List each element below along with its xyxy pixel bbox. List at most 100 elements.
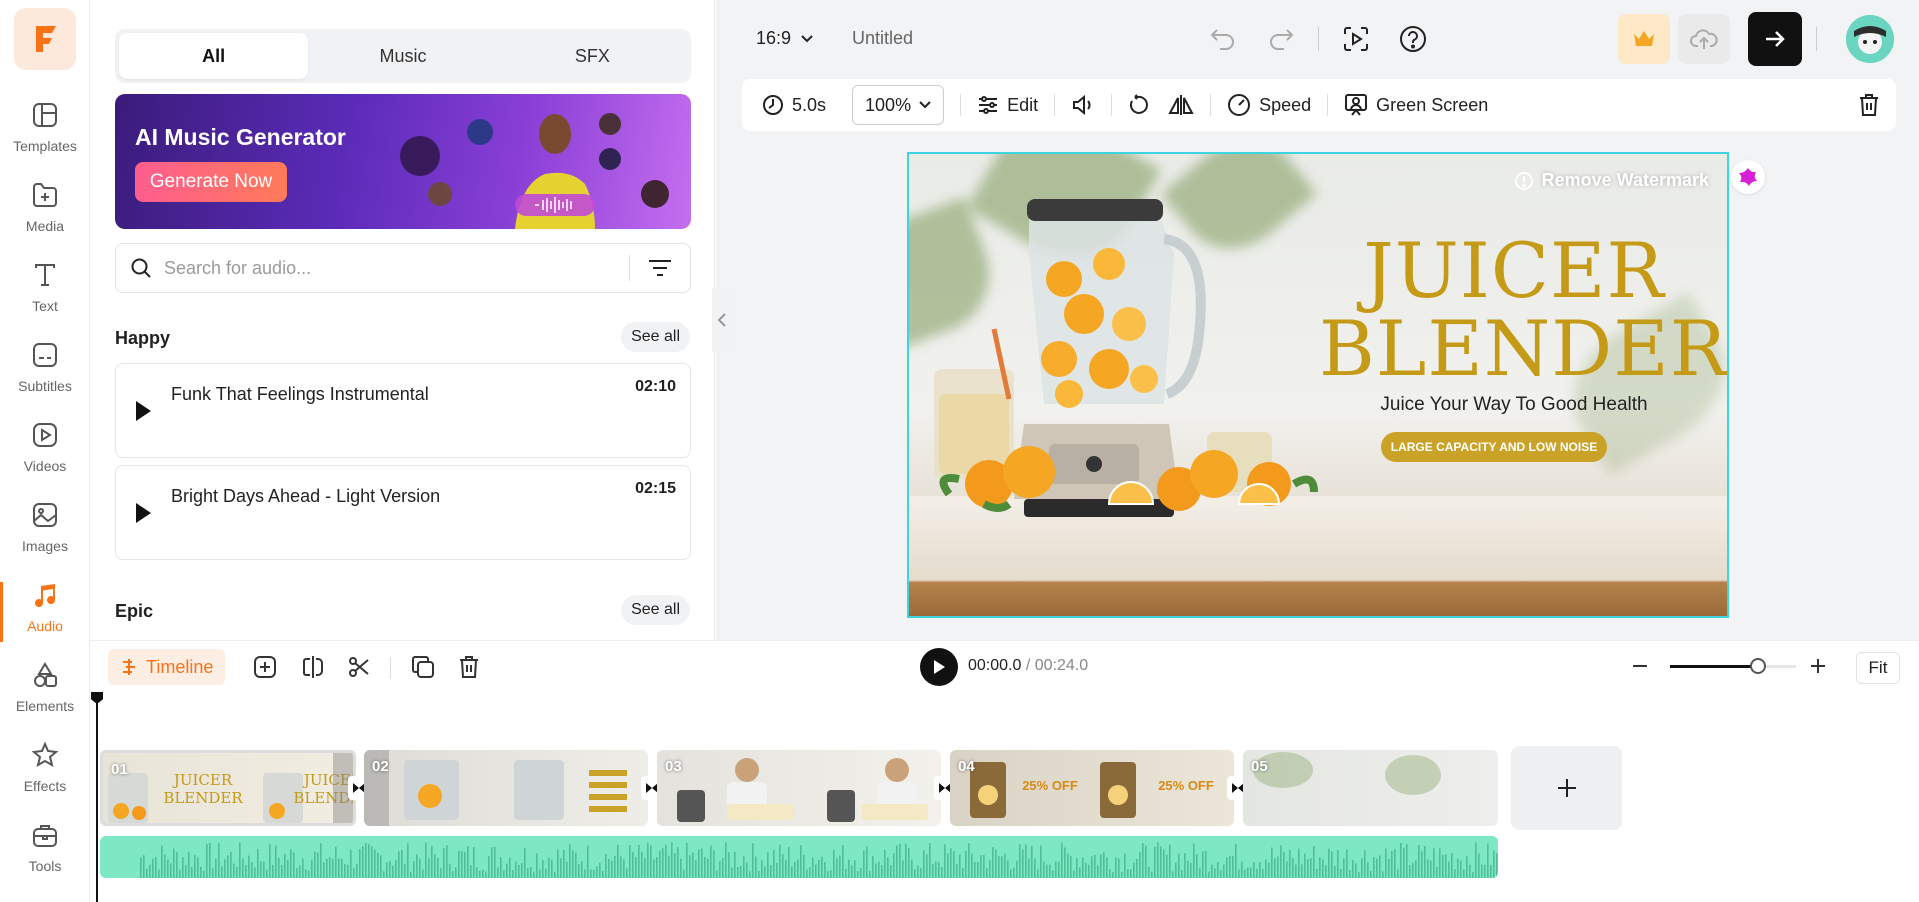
zoom-in-icon[interactable] <box>1808 656 1828 676</box>
add-scene-button[interactable] <box>1511 746 1622 830</box>
zoom-select[interactable]: 100% <box>852 85 945 125</box>
project-title[interactable]: Untitled <box>852 28 913 49</box>
speed-label: Speed <box>1259 94 1312 115</box>
rail-label: Audio <box>27 618 63 634</box>
videos-icon <box>30 420 60 450</box>
timeline-clip[interactable]: 03 <box>657 750 941 826</box>
fit-button[interactable]: Fit <box>1856 652 1900 684</box>
tab-sfx[interactable]: SFX <box>498 33 687 79</box>
logo-icon <box>36 26 56 52</box>
zoom-slider-knob[interactable] <box>1750 658 1767 674</box>
info-icon <box>1514 171 1533 190</box>
flip-button[interactable] <box>1168 94 1194 116</box>
rail-label: Subtitles <box>18 378 72 394</box>
rail-media[interactable]: Media <box>0 180 90 252</box>
delete-button[interactable] <box>1858 93 1880 117</box>
audio-track-item[interactable]: Bright Days Ahead - Light Version 02:15 <box>115 465 691 560</box>
avatar[interactable] <box>1846 15 1894 63</box>
undo-icon[interactable] <box>1206 22 1240 56</box>
track-duration: 02:15 <box>635 480 676 497</box>
rail-text[interactable]: Text <box>0 260 90 332</box>
volume-button[interactable] <box>1071 94 1095 116</box>
clip-number: 01 <box>111 761 128 778</box>
rail-effects[interactable]: Effects <box>0 740 90 812</box>
preview-icon[interactable] <box>1339 22 1373 56</box>
audio-waveform-track[interactable] <box>100 836 1498 878</box>
audio-track-item[interactable]: Funk That Feelings Instrumental 02:10 <box>115 363 691 458</box>
sparkle-blob-icon <box>1739 168 1757 186</box>
aspect-ratio-select[interactable]: 16:9 <box>756 28 813 49</box>
trash-icon[interactable] <box>454 652 484 682</box>
zoom-out-icon[interactable] <box>1630 656 1650 676</box>
rotate-button[interactable] <box>1128 94 1150 116</box>
headline[interactable]: JUICER BLENDER <box>1319 226 1727 388</box>
timeline-clip[interactable]: JUICER BLENDER JUICER BLENDER 01 <box>100 750 356 826</box>
redo-icon[interactable] <box>1264 22 1298 56</box>
ai-music-banner[interactable]: AI Music Generator Generate Now <box>115 94 691 229</box>
audio-panel: All Music SFX AI Music Generator Generat… <box>90 0 715 640</box>
rail-label: Effects <box>23 778 67 794</box>
scissors-icon[interactable] <box>344 652 374 682</box>
rail-images[interactable]: Images <box>0 500 90 572</box>
feature-pill[interactable]: LARGE CAPACITY AND LOW NOISE <box>1381 432 1607 462</box>
blender-illustration <box>934 199 1318 517</box>
tab-music[interactable]: Music <box>308 33 497 79</box>
rail-tools[interactable]: Tools <box>0 820 90 892</box>
help-icon[interactable] <box>1396 22 1430 56</box>
timeline-clip[interactable]: 02 <box>364 750 648 826</box>
green-screen-icon <box>1345 94 1368 116</box>
filter-icon[interactable] <box>648 259 672 277</box>
ai-assistant-button[interactable] <box>1731 160 1765 194</box>
play-icon[interactable] <box>134 400 152 422</box>
rail-label: Templates <box>13 138 77 154</box>
rail-templates[interactable]: Templates <box>0 100 90 172</box>
chevron-down-icon <box>919 101 931 109</box>
rail-videos[interactable]: Videos <box>0 420 90 492</box>
edit-button[interactable]: Edit <box>977 94 1038 116</box>
play-button[interactable] <box>920 648 958 686</box>
timeline-clip[interactable]: 05 <box>1243 750 1498 826</box>
text-icon <box>30 260 60 290</box>
edit-label: Edit <box>1007 94 1039 115</box>
flip-icon <box>1168 95 1194 115</box>
headline-line: JUICER <box>1363 226 1665 315</box>
rail-audio[interactable]: Audio <box>0 580 90 652</box>
clip-number: 02 <box>372 758 389 775</box>
see-all-button[interactable]: See all <box>621 595 690 625</box>
export-button[interactable] <box>1748 12 1802 66</box>
search-input[interactable] <box>164 257 619 279</box>
tab-all[interactable]: All <box>119 33 309 79</box>
search-divider <box>629 255 630 281</box>
remove-watermark-button[interactable]: Remove Watermark <box>1514 170 1709 191</box>
svg-text:25% OFF: 25% OFF <box>1022 778 1078 793</box>
timeline-clip[interactable]: 25% OFF 25% OFF 04 <box>950 750 1234 826</box>
rail-elements[interactable]: Elements <box>0 660 90 732</box>
rail-label: Text <box>32 298 58 314</box>
watermark-label: Remove Watermark <box>1541 170 1709 190</box>
duration-control[interactable]: 5.0s <box>762 94 826 116</box>
duration-value: 5.0s <box>792 94 827 115</box>
green-screen-button[interactable]: Green Screen <box>1344 93 1488 117</box>
effects-icon <box>30 740 60 770</box>
timeline-zoom <box>1630 651 1830 681</box>
collapse-panel-button[interactable] <box>712 288 732 352</box>
zoom-slider[interactable] <box>1670 658 1796 674</box>
generate-now-button[interactable]: Generate Now <box>135 162 287 202</box>
add-clip-icon[interactable] <box>250 652 280 682</box>
subheadline[interactable]: Juice Your Way To Good Health <box>1319 394 1709 416</box>
speed-button[interactable]: Speed <box>1227 93 1311 117</box>
premium-button[interactable] <box>1618 14 1670 64</box>
cloud-save-button[interactable] <box>1678 14 1730 64</box>
see-all-button[interactable]: See all <box>621 322 690 352</box>
audio-search <box>115 243 691 293</box>
arrow-right-icon <box>1766 31 1785 47</box>
crown-icon <box>1634 31 1654 46</box>
app-logo[interactable] <box>14 8 76 70</box>
video-canvas[interactable]: Remove Watermark JUICER BLENDER Juice Yo… <box>907 152 1729 618</box>
play-icon[interactable] <box>134 502 152 524</box>
playhead-line[interactable] <box>96 700 98 902</box>
duplicate-icon[interactable] <box>408 652 438 682</box>
timeline-toggle[interactable]: Timeline <box>108 649 226 685</box>
split-icon[interactable] <box>298 652 328 682</box>
rail-subtitles[interactable]: Subtitles <box>0 340 90 412</box>
